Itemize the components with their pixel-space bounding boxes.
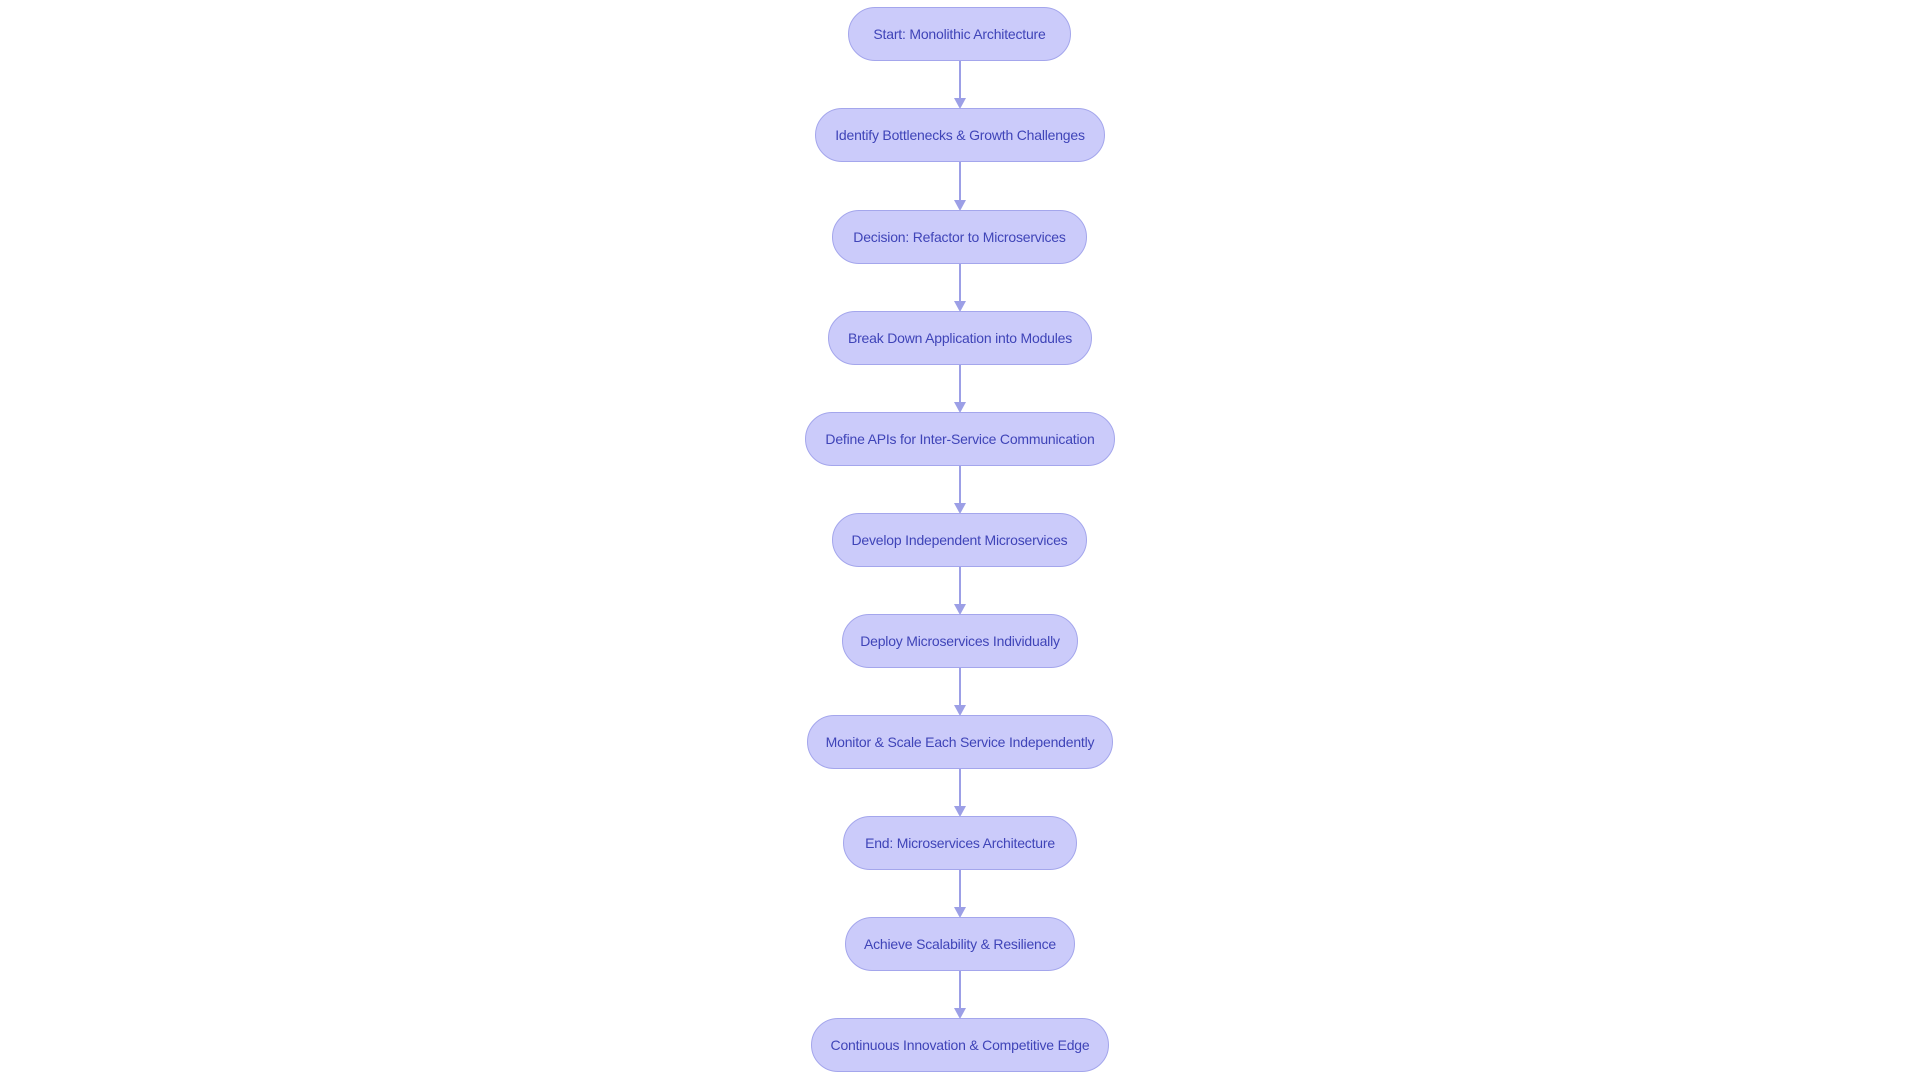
node-label: Start: Monolithic Architecture <box>873 26 1046 42</box>
node-monitor-scale: Monitor & Scale Each Service Independent… <box>807 715 1113 769</box>
edge-n5-n6 <box>954 466 966 514</box>
node-label: Deploy Microservices Individually <box>860 633 1060 649</box>
edge-n7-n8 <box>954 668 966 716</box>
edge-n1-n2 <box>954 61 966 109</box>
edge-n6-n7 <box>954 567 966 615</box>
node-deploy-individually: Deploy Microservices Individually <box>842 614 1078 668</box>
node-label: Define APIs for Inter-Service Communicat… <box>825 431 1095 447</box>
edge-n8-n9 <box>954 769 966 817</box>
node-label: Achieve Scalability & Resilience <box>863 936 1057 952</box>
node-achieve-scalability: Achieve Scalability & Resilience <box>845 917 1075 971</box>
node-end-microservices: End: Microservices Architecture <box>843 816 1077 870</box>
node-decision-refactor: Decision: Refactor to Microservices <box>832 210 1087 264</box>
node-label: Break Down Application into Modules <box>847 330 1073 346</box>
edge-n9-n10 <box>954 870 966 918</box>
edge-n3-n4 <box>954 264 966 312</box>
node-label: Decision: Refactor to Microservices <box>853 229 1066 245</box>
edge-n10-n11 <box>954 971 966 1019</box>
node-define-apis: Define APIs for Inter-Service Communicat… <box>805 412 1115 466</box>
node-start-monolithic: Start: Monolithic Architecture <box>848 7 1071 61</box>
node-label: Monitor & Scale Each Service Independent… <box>825 734 1095 750</box>
node-label: Develop Independent Microservices <box>851 532 1068 548</box>
flowchart-canvas: Start: Monolithic Architecture Identify … <box>0 0 1920 1080</box>
node-label: Identify Bottlenecks & Growth Challenges <box>835 127 1085 143</box>
node-label: Continuous Innovation & Competitive Edge <box>830 1037 1090 1053</box>
node-continuous-innovation: Continuous Innovation & Competitive Edge <box>811 1018 1109 1072</box>
node-identify-bottlenecks: Identify Bottlenecks & Growth Challenges <box>815 108 1105 162</box>
node-label: End: Microservices Architecture <box>865 835 1055 851</box>
edge-n2-n3 <box>954 162 966 211</box>
edge-n4-n5 <box>954 365 966 413</box>
node-develop-microservices: Develop Independent Microservices <box>832 513 1087 567</box>
node-break-down-modules: Break Down Application into Modules <box>828 311 1092 365</box>
